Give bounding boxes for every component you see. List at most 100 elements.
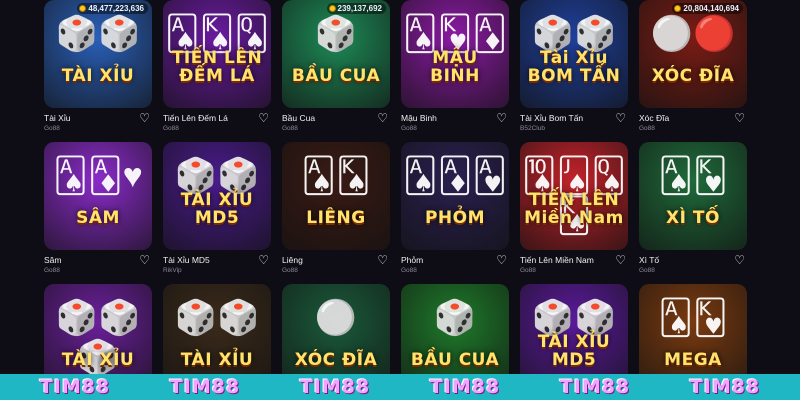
game-title[interactable]: Sâm <box>44 255 61 265</box>
game-card[interactable]: 🂡🂾🃁 MẬU BINH Mậu Binh Go88 ♡ <box>401 0 509 138</box>
jackpot-badge: 239,137,692 <box>326 3 386 14</box>
game-meta: Xì Tố Go88 ♡ <box>639 254 747 280</box>
game-provider: Go88 <box>520 267 536 274</box>
heart-outline-icon[interactable]: ♡ <box>615 254 626 266</box>
game-logo-text: TÀI XỈU <box>61 66 135 87</box>
game-thumbnail[interactable]: ⚪🔴 XÓC ĐĨA 20,804,140,694 <box>639 0 747 108</box>
game-card[interactable]: 🂪🂫🂭🂮 TIẾN LÊN Miền Nam Tiến Lên Miền Nam Go… <box>520 142 628 280</box>
game-card[interactable]: 🎲🎲 TÀI XỈU MD5 Tài Xỉu MD5 RikVip ♡ <box>163 142 271 280</box>
game-card[interactable]: 🂡🂾 XÌ TỐ Xì Tố Go88 ♡ <box>639 142 747 280</box>
heart-outline-icon[interactable]: ♡ <box>734 112 745 124</box>
game-card[interactable]: ⚪🔴 XÓC ĐĨA 20,804,140,694 Xóc Đĩa Go88 ♡ <box>639 0 747 138</box>
game-meta: Tiến Lên Đếm Lá Go88 ♡ <box>163 112 271 138</box>
game-title[interactable]: Bầu Cua <box>282 113 315 123</box>
game-logo-text: LIÊNG <box>306 208 366 229</box>
game-artwork: 🎲 <box>314 15 358 53</box>
game-meta: Tài Xỉu Go88 ♡ <box>44 112 152 138</box>
game-title[interactable]: Xì Tố <box>639 255 659 265</box>
game-meta: Tài Xỉu Bom Tấn B52Club ♡ <box>520 112 628 138</box>
game-artwork: 🂡🂮 <box>301 157 371 195</box>
game-thumbnail[interactable]: 🂡🂮 LIÊNG <box>282 142 390 250</box>
game-title[interactable]: Tài Xỉu <box>44 113 70 123</box>
game-thumbnail[interactable]: 🎲🎲 TÀI XỈU 48,477,223,636 <box>44 0 152 108</box>
game-title[interactable]: Xóc Đĩa <box>639 113 669 123</box>
game-logo-text: TÀI XỈU <box>180 350 254 371</box>
game-meta: Bầu Cua Go88 ♡ <box>282 112 390 138</box>
game-meta: Xóc Đĩa Go88 ♡ <box>639 112 747 138</box>
heart-outline-icon[interactable]: ♡ <box>377 254 388 266</box>
game-card[interactable]: 🎲 BẦU CUA 239,137,692 Bầu Cua Go88 ♡ <box>282 0 390 138</box>
game-logo-text: TIẾN LÊN Miền Nam <box>524 190 624 229</box>
game-artwork: 🂡🃁🂱 <box>402 157 508 195</box>
game-title[interactable]: Tài Xỉu Bom Tấn <box>520 113 583 123</box>
game-logo-text: BẦU CUA <box>291 66 381 87</box>
coin-icon <box>328 5 336 12</box>
game-card[interactable]: 🎲🎲 TÀI XỈU 48,477,223,636 Tài Xỉu Go88 ♡ <box>44 0 152 138</box>
game-logo-text: TIẾN LÊN ĐẾM LÁ <box>171 48 263 87</box>
game-provider: Go88 <box>639 267 655 274</box>
heart-outline-icon[interactable]: ♡ <box>258 254 269 266</box>
game-logo-text: TÀI XỈU MD5 <box>537 332 611 371</box>
game-card[interactable]: 🂡🃁♥ SÂM Sâm Go88 ♡ <box>44 142 152 280</box>
game-thumbnail[interactable]: 🂡🃁♥ SÂM <box>44 142 152 250</box>
brand-logo: TIM88 <box>429 376 501 398</box>
heart-outline-icon[interactable]: ♡ <box>496 112 507 124</box>
game-artwork: 🂡🃁♥ <box>53 157 143 195</box>
game-logo-text: TÀI XỈU <box>61 350 135 371</box>
jackpot-amount: 48,477,223,636 <box>88 4 144 13</box>
heart-outline-icon[interactable]: ♡ <box>496 254 507 266</box>
game-provider: Go88 <box>282 267 298 274</box>
game-logo-text: SÂM <box>76 208 120 229</box>
game-thumbnail[interactable]: 🎲🎲 Tài Xỉu BOM TẤN <box>520 0 628 108</box>
game-meta: Tiến Lên Miền Nam Go88 ♡ <box>520 254 628 280</box>
game-logo-text: Tài Xỉu BOM TẤN <box>527 48 621 87</box>
brand-logo: TIM88 <box>689 376 761 398</box>
game-logo-text: MEGA <box>664 350 722 371</box>
game-thumbnail[interactable]: 🂡🃁🂱 PHỎM <box>401 142 509 250</box>
game-logo-text: PHỎM <box>424 208 486 229</box>
heart-outline-icon[interactable]: ♡ <box>139 254 150 266</box>
coin-icon <box>79 5 87 12</box>
game-provider: Go88 <box>44 267 60 274</box>
heart-outline-icon[interactable]: ♡ <box>377 112 388 124</box>
game-title[interactable]: Phỏm <box>401 255 423 265</box>
brand-logo: TIM88 <box>169 376 241 398</box>
game-title[interactable]: Tài Xỉu MD5 <box>163 255 210 265</box>
jackpot-badge: 20,804,140,694 <box>672 3 743 14</box>
game-provider: Go88 <box>282 125 298 132</box>
game-provider: Go88 <box>401 267 417 274</box>
game-thumbnail[interactable]: 🎲 BẦU CUA 239,137,692 <box>282 0 390 108</box>
game-thumbnail[interactable]: 🂡🂮🂭 TIẾN LÊN ĐẾM LÁ <box>163 0 271 108</box>
game-logo-text: BẦU CUA <box>410 350 500 371</box>
game-meta: Tài Xỉu MD5 RikVip ♡ <box>163 254 271 280</box>
game-logo-text: TÀI XỈU MD5 <box>180 190 254 229</box>
game-artwork: 🂡🂾 <box>658 299 728 337</box>
game-thumbnail[interactable]: 🎲🎲 TÀI XỈU MD5 <box>163 142 271 250</box>
game-provider: Go88 <box>44 125 60 132</box>
heart-outline-icon[interactable]: ♡ <box>734 254 745 266</box>
game-title[interactable]: Tiến Lên Miền Nam <box>520 255 594 265</box>
game-card[interactable]: 🂡🂮🂭 TIẾN LÊN ĐẾM LÁ Tiến Lên Đếm Lá Go88 ♡ <box>163 0 271 138</box>
game-thumbnail[interactable]: 🂪🂫🂭🂮 TIẾN LÊN Miền Nam <box>520 142 628 250</box>
game-artwork: 🎲🎲 <box>174 299 260 337</box>
game-provider: Go88 <box>401 125 417 132</box>
game-title[interactable]: Tiến Lên Đếm Lá <box>163 113 228 123</box>
heart-outline-icon[interactable]: ♡ <box>139 112 150 124</box>
game-meta: Mậu Binh Go88 ♡ <box>401 112 509 138</box>
game-meta: Sâm Go88 ♡ <box>44 254 152 280</box>
game-card[interactable]: 🂡🃁🂱 PHỎM Phỏm Go88 ♡ <box>401 142 509 280</box>
game-title[interactable]: Mậu Binh <box>401 113 437 123</box>
heart-outline-icon[interactable]: ♡ <box>615 112 626 124</box>
jackpot-amount: 239,137,692 <box>337 4 383 13</box>
heart-outline-icon[interactable]: ♡ <box>258 112 269 124</box>
jackpot-amount: 20,804,140,694 <box>683 4 739 13</box>
game-title[interactable]: Liêng <box>282 255 303 265</box>
game-thumbnail[interactable]: 🂡🂾🃁 MẬU BINH <box>401 0 509 108</box>
game-provider: Go88 <box>639 125 655 132</box>
game-card[interactable]: 🎲🎲 Tài Xỉu BOM TẤN Tài Xỉu Bom Tấn B52Club ♡ <box>520 0 628 138</box>
game-card[interactable]: 🂡🂮 LIÊNG Liêng Go88 ♡ <box>282 142 390 280</box>
watermark-banner: TIM88 TIM88 TIM88 TIM88 TIM88 TIM88 <box>0 374 800 400</box>
game-thumbnail[interactable]: 🂡🂾 XÌ TỐ <box>639 142 747 250</box>
brand-logo: TIM88 <box>299 376 371 398</box>
game-logo-text: XÌ TỐ <box>666 208 720 229</box>
